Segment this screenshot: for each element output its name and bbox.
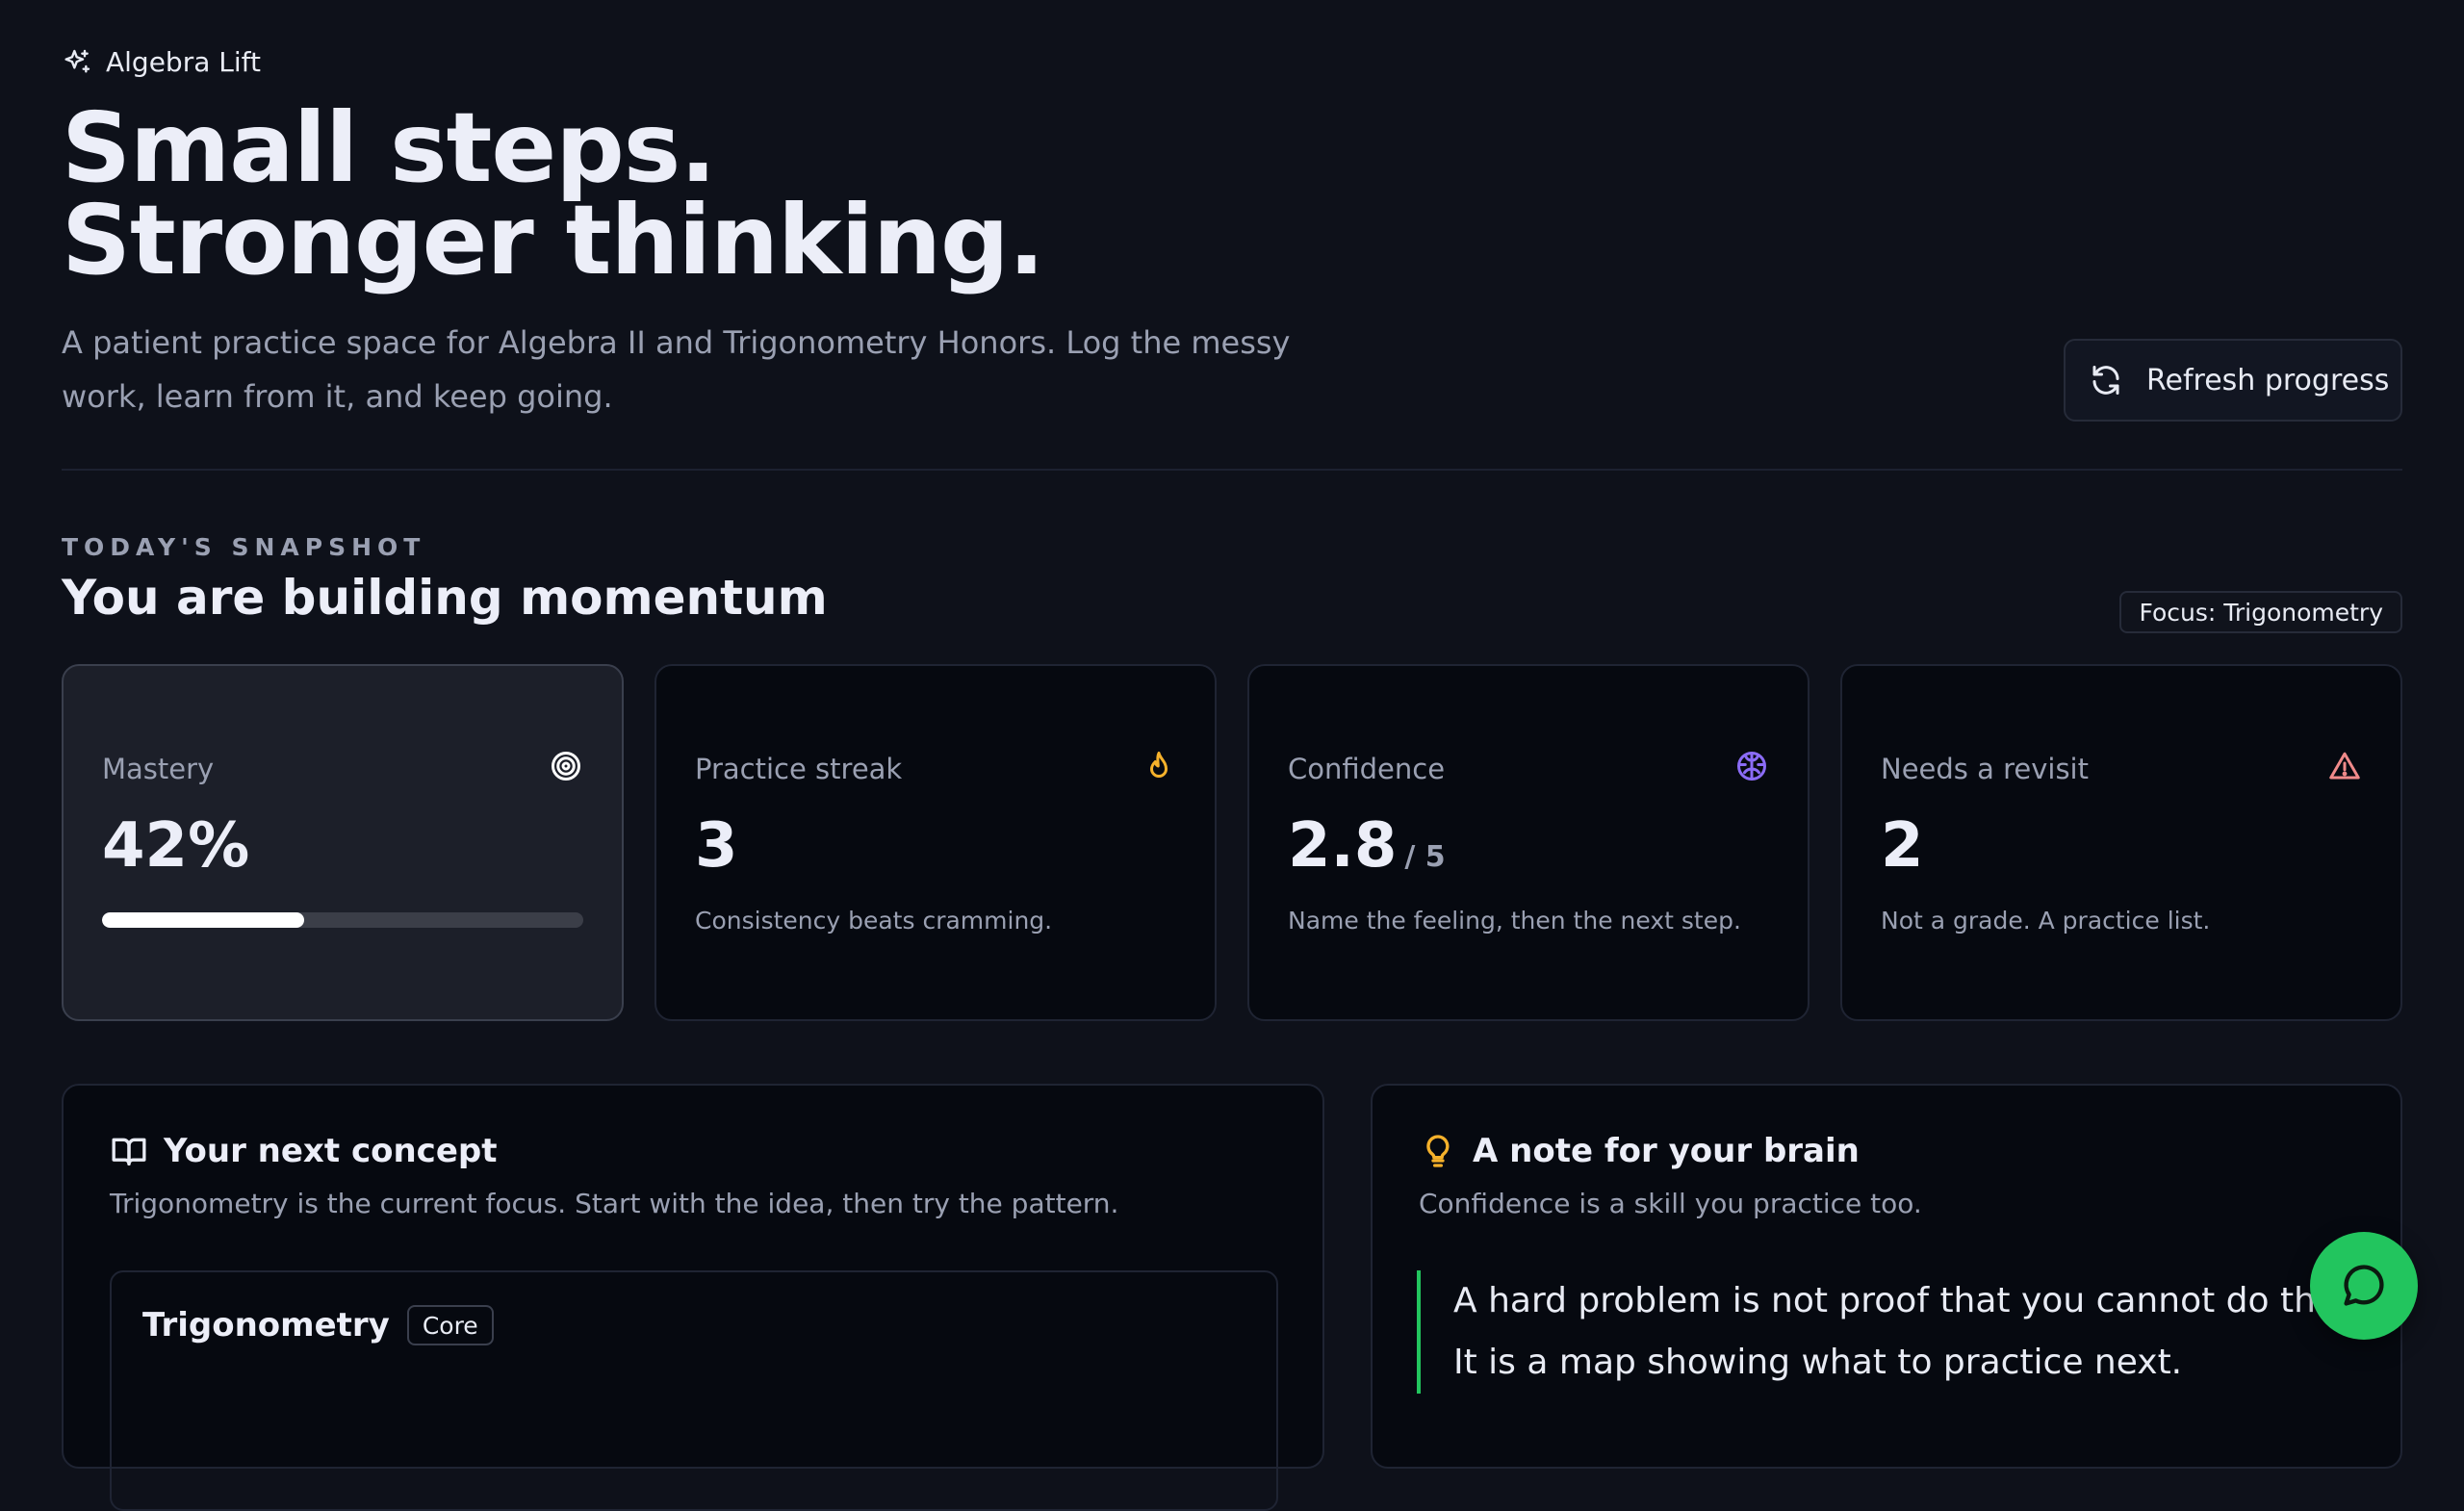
brain-note-panel: A note for your brain Confidence is a sk… bbox=[1371, 1084, 2402, 1469]
brain-note-subtitle: Confidence is a skill you practice too. bbox=[1419, 1188, 1922, 1219]
brain-note-title: A note for your brain bbox=[1473, 1132, 1860, 1170]
confidence-card[interactable]: Confidence 2.8/ 5 Name the feeling, then… bbox=[1247, 664, 1810, 1021]
chat-button[interactable] bbox=[2310, 1232, 2418, 1340]
snapshot-title: You are building momentum bbox=[62, 570, 828, 626]
mastery-value: 42% bbox=[102, 810, 250, 882]
refresh-progress-button[interactable]: Refresh progress bbox=[2064, 339, 2402, 422]
book-open-icon bbox=[112, 1138, 146, 1165]
focus-badge: Focus: Trigonometry bbox=[2119, 591, 2402, 633]
practice-streak-desc: Consistency beats cramming. bbox=[695, 907, 1053, 935]
next-concept-title: Your next concept bbox=[164, 1132, 498, 1170]
next-concept-subtitle: Trigonometry is the current focus. Start… bbox=[110, 1188, 1119, 1219]
refresh-progress-label: Refresh progress bbox=[2146, 363, 2390, 397]
confidence-scale: / 5 bbox=[1404, 840, 1446, 874]
concept-header: Trigonometry Core bbox=[142, 1305, 494, 1345]
sparkles-icon bbox=[64, 49, 90, 73]
needs-revisit-label: Needs a revisit bbox=[1881, 753, 2089, 785]
lightbulb-icon bbox=[1426, 1135, 1450, 1167]
brand[interactable]: Algebra Lift bbox=[62, 46, 261, 78]
practice-streak-card[interactable]: Practice streak 3 Consistency beats cram… bbox=[654, 664, 1217, 1021]
stat-cards: Mastery 42% Practice streak 3 Consistenc… bbox=[62, 664, 2402, 1021]
target-icon bbox=[552, 752, 580, 781]
needs-revisit-card[interactable]: Needs a revisit 2 Not a grade. A practic… bbox=[1840, 664, 2402, 1021]
concept-card[interactable]: Trigonometry Core bbox=[110, 1270, 1278, 1511]
confidence-label: Confidence bbox=[1288, 753, 1446, 785]
snapshot-eyebrow: TODAY'S SNAPSHOT bbox=[62, 533, 426, 561]
confidence-score: 2.8 bbox=[1288, 810, 1398, 882]
refresh-icon bbox=[2092, 366, 2119, 395]
next-concept-panel: Your next concept Trigonometry is the cu… bbox=[62, 1084, 1324, 1511]
alert-triangle-icon bbox=[2329, 752, 2360, 780]
encouragement-quote: A hard problem is not proof that you can… bbox=[1417, 1270, 2464, 1394]
brain-icon bbox=[1737, 752, 1766, 781]
hero-title: Small steps. Stronger thinking. bbox=[62, 100, 1045, 289]
concept-title: Trigonometry bbox=[142, 1306, 390, 1345]
chat-bubble-icon bbox=[2344, 1265, 2384, 1306]
next-concept-header: Your next concept bbox=[110, 1132, 497, 1170]
hero-subtitle: A patient practice space for Algebra II … bbox=[62, 324, 1291, 415]
quote-line-2: It is a map showing what to practice nex… bbox=[1453, 1343, 2183, 1382]
practice-streak-value: 3 bbox=[695, 810, 738, 882]
needs-revisit-value: 2 bbox=[1881, 810, 1924, 882]
brain-note-header: A note for your brain bbox=[1419, 1132, 1860, 1170]
header-divider bbox=[62, 469, 2402, 471]
mastery-card[interactable]: Mastery 42% bbox=[62, 664, 624, 1021]
confidence-desc: Name the feeling, then the next step. bbox=[1288, 907, 1741, 935]
needs-revisit-desc: Not a grade. A practice list. bbox=[1881, 907, 2211, 935]
confidence-value: 2.8/ 5 bbox=[1288, 810, 1446, 882]
mastery-progress-fill bbox=[102, 912, 304, 928]
mastery-progress-bar bbox=[102, 912, 583, 928]
flame-icon bbox=[1150, 752, 1168, 778]
practice-streak-label: Practice streak bbox=[695, 753, 903, 785]
mastery-label: Mastery bbox=[102, 753, 215, 785]
concept-tag: Core bbox=[406, 1305, 494, 1345]
brand-name: Algebra Lift bbox=[106, 46, 261, 78]
hero-title-line-2: Stronger thinking. bbox=[62, 184, 1045, 296]
